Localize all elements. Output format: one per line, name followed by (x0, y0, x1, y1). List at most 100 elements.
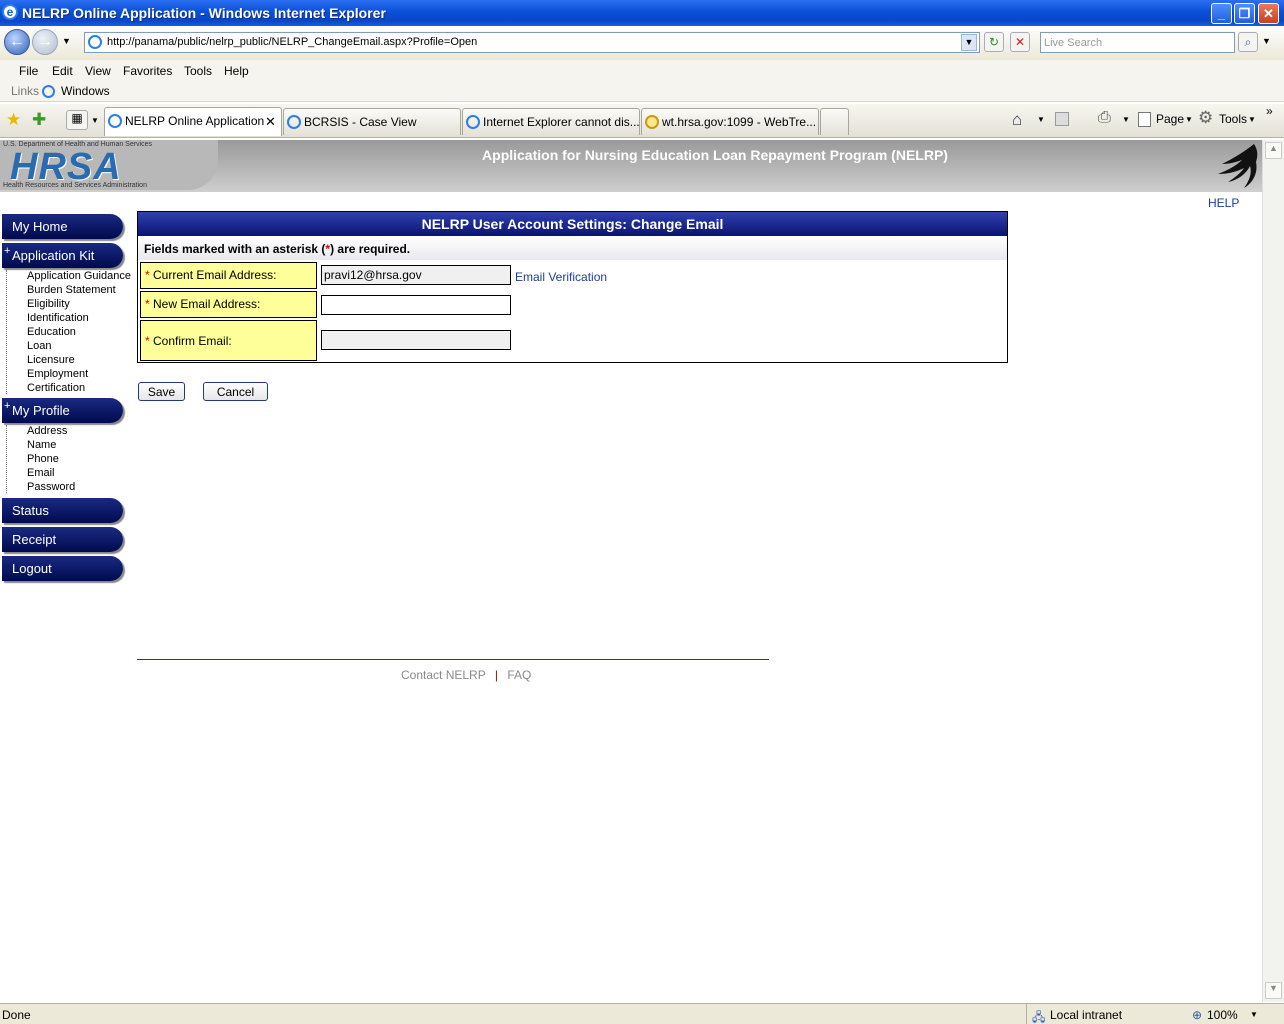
label-text: Confirm Email: (153, 334, 232, 348)
zoom-level[interactable]: 100% (1207, 1008, 1238, 1022)
nav-label: My Profile (12, 403, 70, 418)
history-dropdown-icon[interactable]: ▼ (62, 36, 71, 46)
address-bar[interactable]: http://panama/public/nelrp_public/NELRP_… (84, 32, 980, 53)
tab-nelrp[interactable]: NELRP Online Application ✕ (104, 107, 282, 136)
search-icon[interactable]: ⌕ (1238, 32, 1258, 52)
search-options-icon[interactable]: ▼ (1262, 36, 1271, 46)
print-dropdown-icon[interactable]: ▼ (1122, 115, 1130, 124)
new-tab-button[interactable] (820, 108, 849, 135)
tab-webtrends[interactable]: wt.hrsa.gov:1099 - WebTre... (641, 108, 819, 135)
minimize-button[interactable]: _ (1211, 3, 1232, 24)
back-button[interactable]: ← (4, 29, 30, 55)
profile-email[interactable]: Email (27, 467, 55, 479)
add-favorite-icon[interactable]: ✚ (32, 110, 46, 130)
kit-employment[interactable]: Employment (27, 368, 88, 380)
confirm-email-label: * Confirm Email: (140, 320, 317, 361)
tab-ie-error[interactable]: Internet Explorer cannot dis... (462, 108, 640, 135)
menu-favorites[interactable]: Favorites (123, 64, 172, 78)
feeds-icon[interactable] (1055, 112, 1069, 126)
confirm-email-field[interactable] (321, 330, 511, 350)
more-chevron-icon[interactable]: » (1266, 104, 1273, 118)
scroll-down-icon[interactable]: ▼ (1265, 982, 1282, 999)
nav-label: Application Kit (12, 248, 95, 263)
current-email-field[interactable]: pravi12@hrsa.gov (321, 265, 511, 285)
address-dropdown-icon[interactable]: ▼ (961, 34, 977, 51)
tab-label: wt.hrsa.gov:1099 - WebTre... (662, 115, 817, 129)
search-input[interactable]: Live Search (1040, 32, 1235, 53)
home-dropdown-icon[interactable]: ▼ (1037, 115, 1045, 124)
status-text: Done (2, 1008, 31, 1022)
expand-icon: + (4, 245, 11, 257)
tab-page-icon (108, 114, 122, 128)
refresh-icon[interactable]: ↻ (984, 32, 1004, 52)
tab-bcrsis[interactable]: BCRSIS - Case View (283, 108, 461, 135)
close-button[interactable]: ✕ (1258, 3, 1279, 24)
print-icon[interactable]: ⎙ (1098, 109, 1111, 127)
links-bar: Links Windows (0, 82, 1284, 102)
kit-education[interactable]: Education (27, 326, 76, 338)
zone-text: Local intranet (1050, 1008, 1123, 1022)
footer-links: Contact NELRP | FAQ (401, 668, 531, 682)
tools-menu[interactable]: Tools (1219, 112, 1247, 126)
required-note-text: ) are required. (330, 242, 411, 256)
tools-dropdown-icon[interactable]: ▼ (1248, 115, 1256, 124)
kit-certification[interactable]: Certification (27, 382, 85, 394)
favorites-star-icon[interactable]: ★ (6, 110, 21, 130)
page-dropdown-icon[interactable]: ▼ (1185, 115, 1193, 124)
nav-logout[interactable]: Logout (2, 556, 123, 581)
nav-my-profile[interactable]: + My Profile (2, 398, 123, 423)
contact-link[interactable]: Contact NELRP (401, 668, 486, 682)
intranet-icon: 🖧 (1032, 1010, 1046, 1024)
kit-burden-statement[interactable]: Burden Statement (27, 284, 116, 296)
profile-name[interactable]: Name (27, 439, 56, 451)
nav-receipt[interactable]: Receipt (2, 527, 123, 552)
zoom-icon: ⊕ (1192, 1008, 1203, 1022)
window-title: NELRP Online Application - Windows Inter… (22, 5, 386, 21)
vertical-scrollbar[interactable]: ▲ ▼ (1262, 140, 1284, 1002)
quick-tabs-icon[interactable]: ▦ (66, 110, 88, 130)
profile-password[interactable]: Password (27, 481, 75, 493)
link-windows[interactable]: Windows (61, 84, 110, 98)
tree-lines (6, 270, 20, 394)
scroll-up-icon[interactable]: ▲ (1265, 142, 1282, 159)
stop-icon[interactable]: ✕ (1010, 32, 1030, 52)
profile-address[interactable]: Address (27, 425, 67, 437)
kit-application-guidance[interactable]: Application Guidance (27, 270, 131, 282)
faq-link[interactable]: FAQ (507, 668, 531, 682)
tab-page-icon (466, 115, 480, 129)
tab-close-icon[interactable]: ✕ (265, 114, 276, 130)
expand-icon: + (4, 400, 11, 412)
new-email-field[interactable] (321, 295, 511, 315)
menu-view[interactable]: View (85, 64, 111, 78)
cancel-button[interactable]: Cancel (203, 382, 268, 401)
forward-button[interactable]: → (32, 29, 58, 55)
kit-licensure[interactable]: Licensure (27, 354, 75, 366)
nav-my-home[interactable]: My Home (2, 214, 123, 239)
nav-status[interactable]: Status (2, 498, 123, 523)
address-text: http://panama/public/nelrp_public/NELRP_… (107, 36, 478, 48)
links-label: Links (11, 84, 40, 98)
profile-phone[interactable]: Phone (27, 453, 59, 465)
zoom-dropdown-icon[interactable]: ▼ (1250, 1010, 1258, 1019)
menu-help[interactable]: Help (224, 64, 249, 78)
help-link[interactable]: HELP (1208, 196, 1239, 210)
email-verification-link[interactable]: Email Verification (515, 270, 607, 284)
current-email-label: * Current Email Address: (140, 262, 317, 289)
nav-label: Receipt (12, 532, 57, 547)
menu-file[interactable]: File (19, 64, 38, 78)
hhs-eagle-icon (1214, 142, 1260, 200)
restore-button[interactable]: ❐ (1234, 3, 1255, 24)
tree-lines (6, 425, 20, 493)
kit-eligibility[interactable]: Eligibility (27, 298, 70, 310)
menu-tools[interactable]: Tools (184, 64, 212, 78)
save-button[interactable]: Save (138, 382, 185, 401)
tab-list-icon[interactable]: ▼ (91, 116, 99, 125)
kit-loan[interactable]: Loan (27, 340, 51, 352)
menu-edit[interactable]: Edit (52, 64, 73, 78)
nav-application-kit[interactable]: + Application Kit (2, 243, 123, 268)
panel-heading: NELRP User Account Settings: Change Emai… (138, 212, 1007, 236)
footer-separator: | (494, 668, 498, 682)
home-icon[interactable]: ⌂ (1012, 110, 1022, 130)
kit-identification[interactable]: Identification (27, 312, 89, 324)
page-menu[interactable]: Page (1156, 112, 1184, 126)
